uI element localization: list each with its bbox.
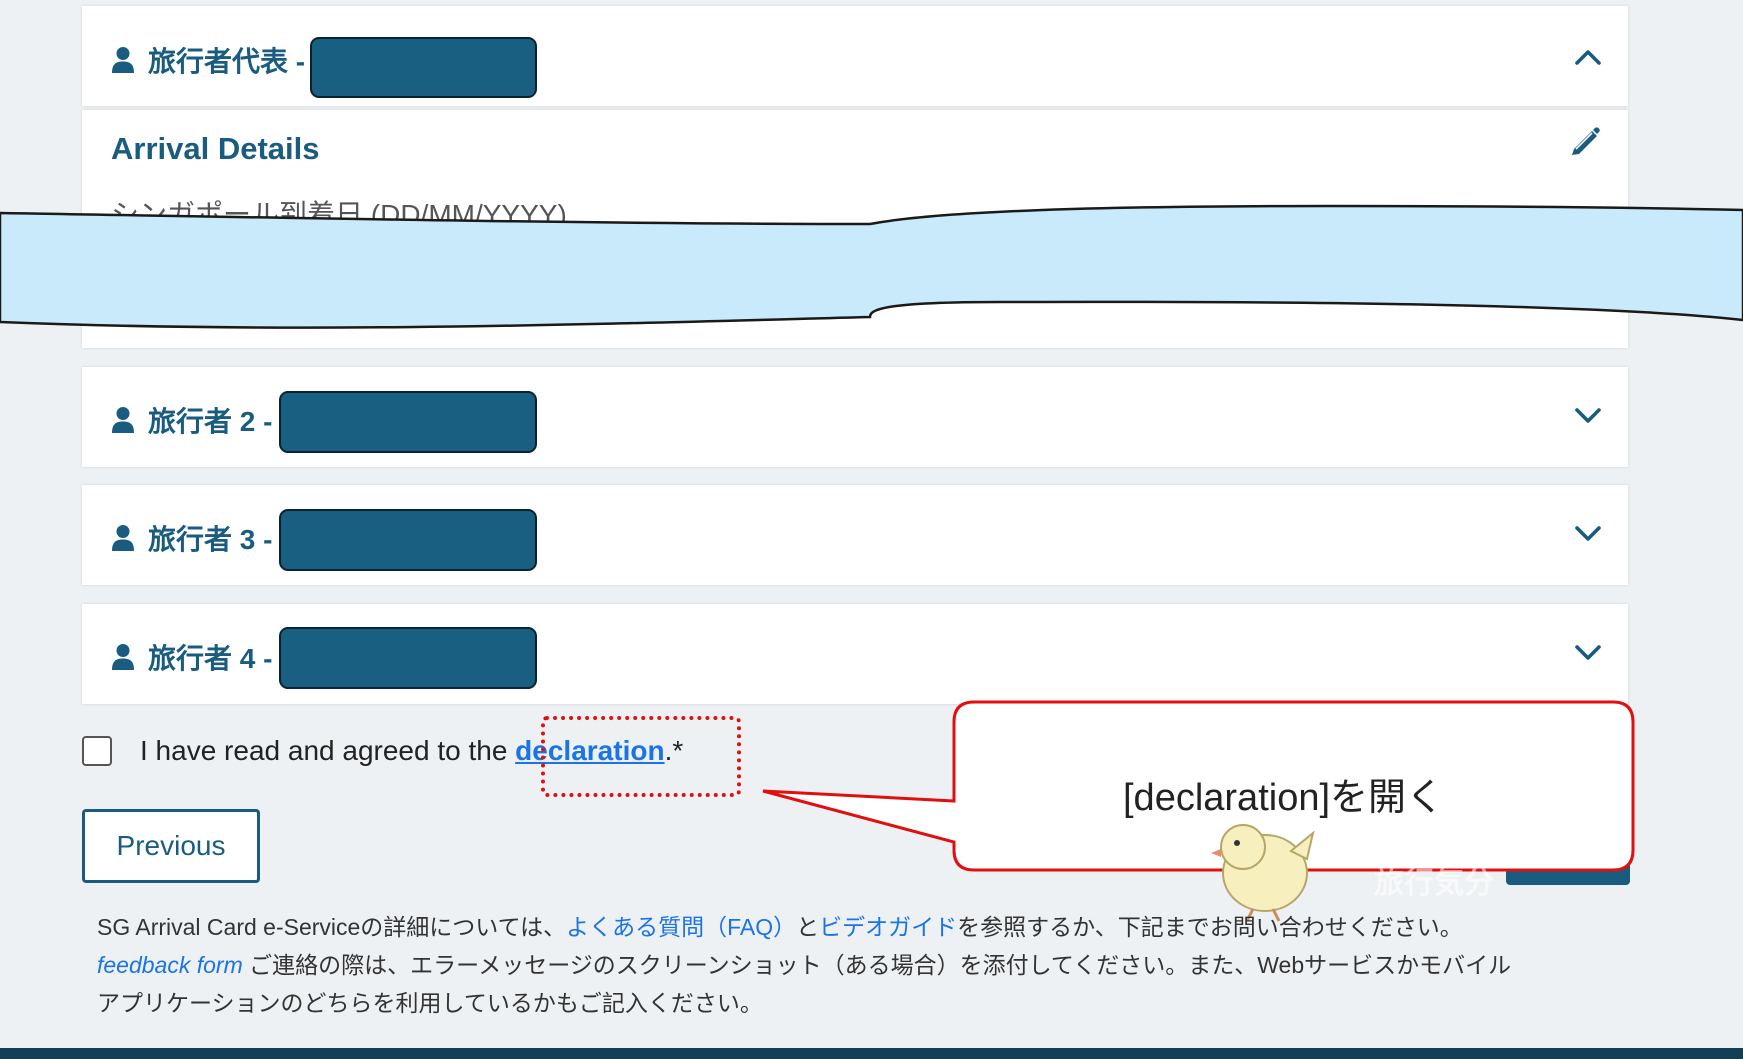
chevron-up-icon[interactable] xyxy=(1575,49,1601,65)
chevron-down-icon[interactable] xyxy=(1575,408,1601,424)
footer-bar xyxy=(0,1048,1743,1059)
help-line-3: アプリケーションのどちらを利用しているかもご記入ください。 xyxy=(97,990,763,1016)
traveller-label-4: 旅行者 4 - xyxy=(148,643,273,674)
traveller-label-3: 旅行者 3 - xyxy=(148,524,273,555)
user-icon xyxy=(112,47,134,73)
help-info-text: SG Arrival Card e-Serviceの詳細については、よくある質問… xyxy=(97,908,1657,1022)
redacted-name-3 xyxy=(279,509,537,571)
help-text-c: を参照するか、下記までお問い合わせください。 xyxy=(957,914,1463,940)
redacted-name-2 xyxy=(279,391,537,453)
traveller-header-1[interactable]: 旅行者代表 - xyxy=(111,40,305,80)
declaration-checkbox[interactable] xyxy=(82,736,112,766)
declaration-prefix: I have read and agreed to the xyxy=(140,735,516,766)
redaction-overlay xyxy=(0,204,1743,329)
watermark-line-1: 今日もどこかに xyxy=(1318,823,1527,856)
help-text-d: ご連絡の際は、エラーメッセージのスクリーンショット（ある場合）を添付してください… xyxy=(242,952,1512,978)
previous-button[interactable]: Previous xyxy=(82,809,260,883)
declaration-highlight xyxy=(541,716,741,797)
chevron-down-icon[interactable] xyxy=(1575,526,1601,542)
faq-link[interactable]: よくある質問（FAQ） xyxy=(566,914,796,940)
user-icon xyxy=(112,525,134,551)
help-text-b: と xyxy=(796,914,820,940)
help-text-a: SG Arrival Card e-Serviceの詳細については、 xyxy=(97,914,567,940)
help-line-1: SG Arrival Card e-Serviceの詳細については、よくある質問… xyxy=(97,908,1657,946)
arrival-details-title: Arrival Details xyxy=(111,131,320,166)
user-icon xyxy=(112,407,134,433)
watermark-text: 今日もどこかに 旅行気分 xyxy=(1318,814,1527,902)
video-guide-link[interactable]: ビデオガイド xyxy=(819,914,957,940)
user-icon xyxy=(112,644,134,670)
traveller-header-2[interactable]: 旅行者 2 - xyxy=(111,400,272,440)
feedback-form-link[interactable]: feedback form xyxy=(97,952,243,978)
redacted-name-1 xyxy=(310,37,537,98)
chevron-down-icon[interactable] xyxy=(1575,645,1601,661)
watermark-line-2: 旅行気分 xyxy=(1374,867,1494,900)
redacted-name-4 xyxy=(279,627,537,689)
traveller-header-3[interactable]: 旅行者 3 - xyxy=(111,518,272,558)
help-line-2: feedback form ご連絡の際は、エラーメッセージのスクリーンショット（… xyxy=(97,946,1657,984)
callout-text: [declaration]を開く xyxy=(1123,777,1445,819)
traveller-label-2: 旅行者 2 - xyxy=(148,406,273,437)
pencil-icon[interactable] xyxy=(1567,124,1603,160)
traveller-label-1: 旅行者代表 - xyxy=(148,46,306,77)
traveller-header-4[interactable]: 旅行者 4 - xyxy=(111,637,272,677)
